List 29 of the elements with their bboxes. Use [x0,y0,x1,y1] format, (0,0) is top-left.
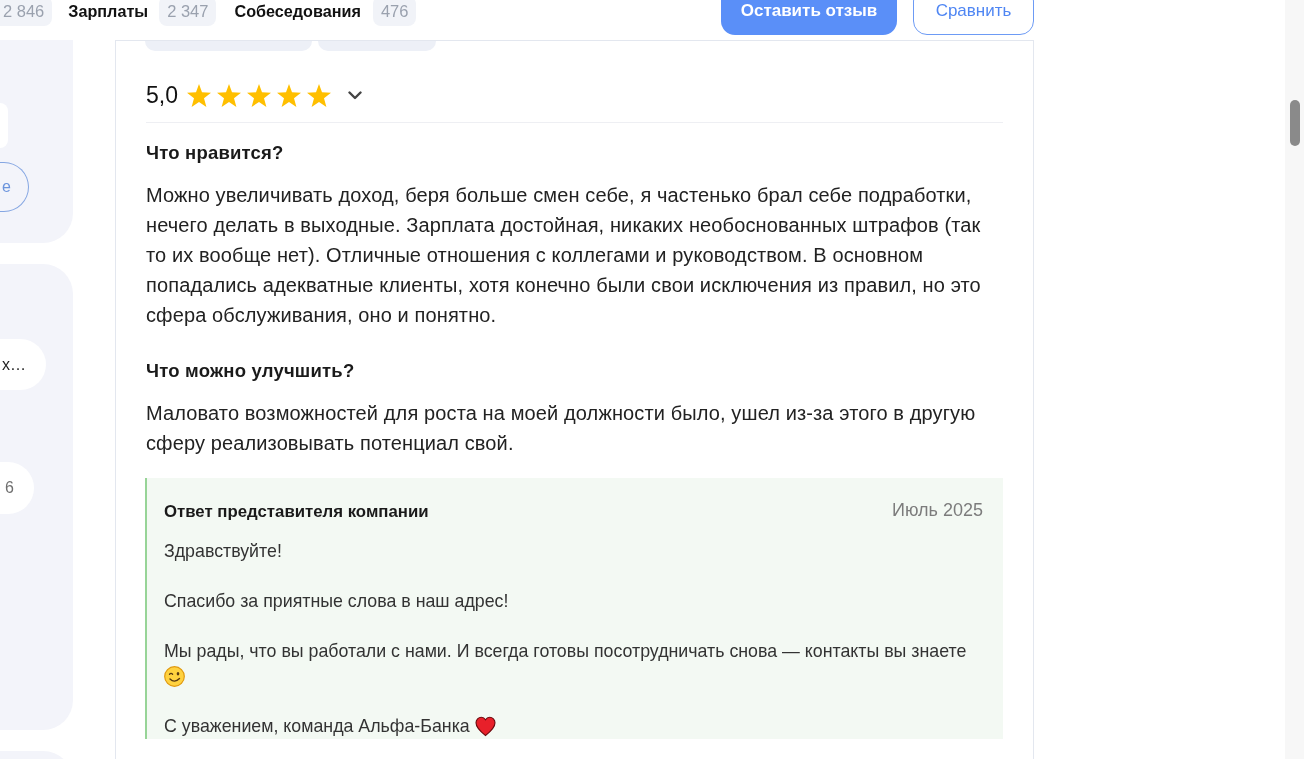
section-heading: Что можно улучшить? [146,360,356,382]
winking-face-icon [164,666,185,687]
tab-link[interactable]: Собеседования [234,0,361,24]
heart-icon [474,716,496,737]
chevron-down-icon[interactable] [348,90,362,100]
response-date: Июль 2025 [892,500,983,520]
write-review-button[interactable]: Оставить отзыв [721,0,897,35]
count-badge: 2 347 [159,0,217,26]
count-chip[interactable]: 6 [0,462,34,514]
rating-value: 5,0 [146,80,178,110]
response-text: Здравствуйте! [164,540,283,563]
compare-button[interactable]: Сравнить [913,0,1034,35]
response-title: Ответ представителя компании [164,501,429,523]
star-icon [247,83,271,107]
section-heading: Что нравится? [146,142,285,164]
star-icon [187,83,211,107]
filter-chip[interactable]: х… [0,339,46,390]
review-text: Можно увеличивать доход, беря больше смен себе, я частенько брал себе подработки, нечего делать в выходные. Зарплата достойная, никаких необоснованных штрафов (так то их вообще нет). Отличные отношения с коллегами и руководством. В основном попадались адекватные клиенты, хотя конечно были свои исключения из правил, но это сфера обслуживания, оно и понятно. [146,183,982,328]
response-text: Спасибо за приятные слова в наш адрес! [164,590,510,613]
tab-link[interactable]: Зарплаты [68,0,149,24]
scrollbar-thumb[interactable] [1289,100,1300,146]
star-icon [307,83,331,107]
star-icon [217,83,241,107]
count-badge: 476 [372,0,417,26]
star-icon [277,83,301,107]
review-text: Маловато возможностей для роста на моей должности было, ушел из-за этого в другую сферу реализовывать потенциал свой. [146,401,977,456]
response-text: С уважением, команда Альфа-Банка [164,714,983,739]
count-badge: 2 846 [0,0,53,26]
response-text: Мы рады, что вы работали с нами. И всегда готовы посотрудничать снова — контакты вы знаете [164,639,983,689]
